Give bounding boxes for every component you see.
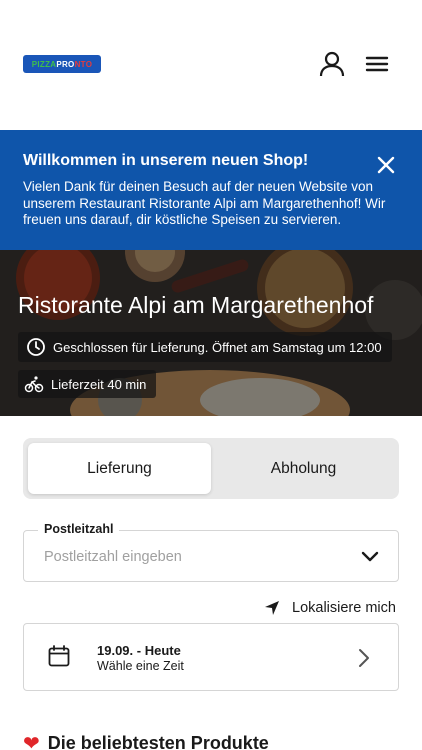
postcode-select[interactable]	[23, 530, 399, 582]
heart-icon: ❤	[23, 732, 40, 750]
close-icon[interactable]	[374, 153, 398, 177]
banner-title: Willkommen in unserem neuen Shop!	[23, 152, 309, 169]
logo-text-part3: NTO	[74, 59, 93, 69]
restaurant-hero: Ristorante Alpi am Margarethenhof Geschl…	[0, 250, 422, 416]
tab-delivery[interactable]: Lieferung	[28, 443, 211, 494]
banner-text: Vielen Dank für deinen Besuch auf der ne…	[23, 179, 386, 227]
selected-date: 19.09. - Heute	[97, 643, 181, 658]
locate-me-button[interactable]: Lokalisiere mich	[264, 598, 396, 618]
app-header: PIZZA PRO NTO	[0, 0, 422, 130]
delivery-time-badge: Lieferzeit 40 min	[18, 370, 157, 398]
order-mode-toggle: Lieferung Abholung	[23, 438, 399, 499]
tab-pickup[interactable]: Abholung	[212, 443, 395, 494]
chevron-right-icon	[359, 649, 369, 667]
delivery-time-text: Lieferzeit 40 min	[51, 376, 147, 392]
brand-logo[interactable]: PIZZA PRO NTO	[23, 55, 101, 73]
user-icon[interactable]	[318, 50, 346, 78]
time-hint: Wähle eine Zeit	[97, 659, 184, 673]
location-arrow-icon	[265, 601, 279, 615]
popular-products-title: Die beliebtesten Produkte	[47, 732, 269, 750]
hamburger-menu-icon[interactable]	[364, 52, 390, 76]
opening-status-text: Geschlossen für Lieferung. Öffnet am Sam…	[53, 339, 382, 355]
welcome-banner: Willkommen in unserem neuen Shop! Vielen…	[0, 130, 422, 250]
calendar-icon	[48, 645, 70, 667]
bicycle-icon	[24, 376, 44, 393]
logo-text-part1: PIZZA	[31, 59, 57, 69]
opening-status-badge: Geschlossen für Lieferung. Öffnet am Sam…	[18, 332, 392, 362]
locate-me-label: Lokalisiere mich	[292, 600, 396, 616]
postcode-label: Postleitzahl	[38, 522, 120, 536]
chevron-down-icon[interactable]	[360, 549, 380, 565]
popular-products-heading: ❤ Die beliebtesten Produkte	[23, 730, 269, 750]
clock-icon	[27, 338, 45, 356]
postcode-input[interactable]	[44, 549, 344, 565]
restaurant-name: Ristorante Alpi am Margarethenhof	[18, 292, 374, 318]
delivery-time-selector[interactable]: 19.09. - Heute Wähle eine Zeit	[23, 623, 399, 691]
logo-text-part2: PRO	[56, 59, 75, 69]
